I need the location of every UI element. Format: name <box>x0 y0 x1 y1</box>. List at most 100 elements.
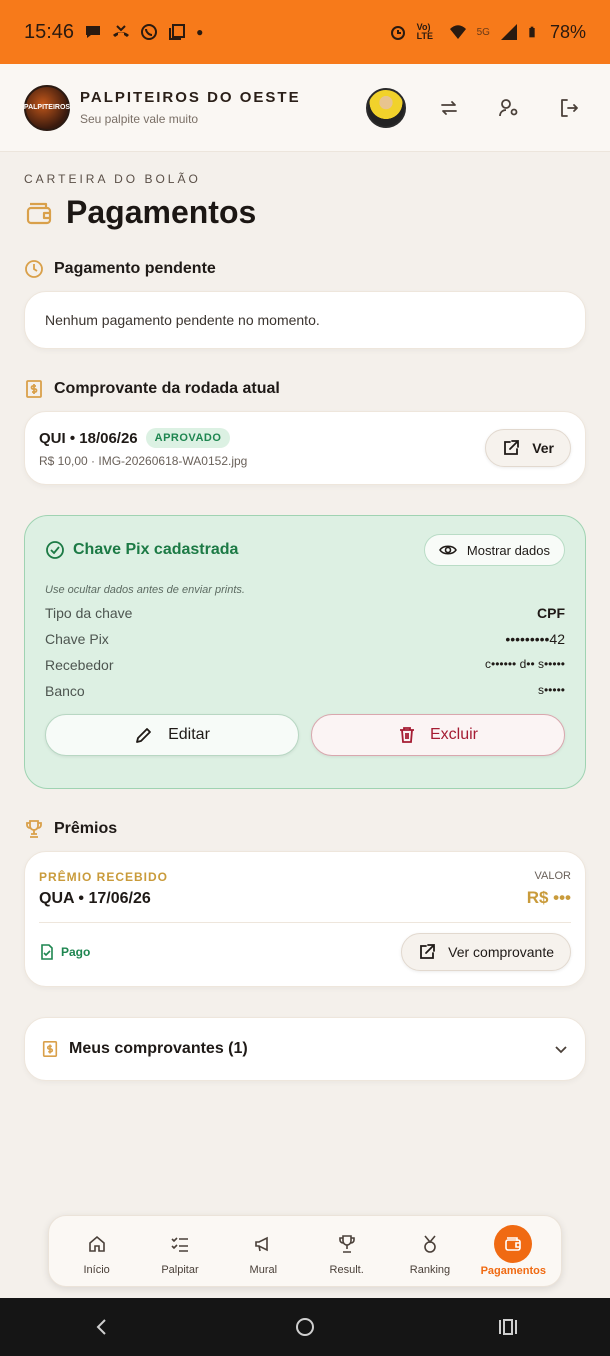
wallet-icon-wrap <box>494 1225 533 1263</box>
dot-icon: ● <box>196 25 204 39</box>
header-actions <box>366 87 586 128</box>
nav-item-result[interactable]: Result. <box>307 1226 387 1276</box>
brand-title: PALPITEIROS DO OESTE <box>80 89 301 106</box>
recent-apps-icon[interactable] <box>497 1316 519 1338</box>
nav-label: Palpitar <box>161 1264 199 1276</box>
external-link-icon <box>504 440 520 455</box>
pix-row-key: Chave Pix •••••••••42 <box>45 631 565 648</box>
view-label: Ver <box>532 440 554 456</box>
nav-item-mural[interactable]: Mural <box>223 1226 303 1276</box>
page-overline: CARTEIRA DO BOLÃO <box>24 172 201 186</box>
trophy-icon-wrap <box>329 1226 365 1262</box>
receipt-section-title: Comprovante da rodada atual <box>24 379 586 399</box>
wallet-icon <box>26 202 52 224</box>
signal-icon <box>500 24 517 40</box>
megaphone-icon-wrap <box>245 1226 281 1262</box>
receipt-dollar-icon <box>42 1040 58 1058</box>
prize-received-label: PRÊMIO RECEBIDO <box>39 870 169 884</box>
delete-button[interactable]: Excluir <box>311 714 565 756</box>
nav-label: Pagamentos <box>480 1265 546 1277</box>
app-header: PALPITEIROS PALPITEIROS DO OESTE Seu pal… <box>0 64 610 152</box>
wallet-icon <box>505 1237 522 1251</box>
pix-row-key-type: Tipo da chave CPF <box>45 605 565 622</box>
page-title: Pagamentos <box>66 194 257 230</box>
pix-row-bank: Banco s••••• <box>45 683 565 700</box>
trophy-icon <box>338 1235 355 1253</box>
chat-bubble-icon <box>86 26 101 38</box>
brand-subtitle: Seu palpite vale muito <box>80 112 199 126</box>
medal-icon-wrap <box>412 1226 448 1262</box>
receipt-details: R$ 10,00 · IMG-20260618-WA0152.jpg <box>39 454 248 468</box>
pix-header: Chave Pix cadastrada Mostrar dados <box>45 534 565 566</box>
pix-details: Tipo da chave CPF Chave Pix •••••••••42 Re… <box>45 605 565 700</box>
pending-section-title: Pagamento pendente <box>24 259 586 279</box>
pending-message: Nenhum pagamento pendente no momento. <box>45 312 320 328</box>
user-settings-button[interactable] <box>492 91 526 125</box>
nav-item-pagamentos[interactable]: Pagamentos <box>473 1225 553 1277</box>
brand: PALPITEIROS DO OESTE Seu palpite vale mu… <box>80 89 301 126</box>
nav-item-inicio[interactable]: Início <box>57 1226 137 1276</box>
nav-item-ranking[interactable]: Ranking <box>390 1226 470 1276</box>
view-prize-receipt-label: Ver comprovante <box>448 944 554 960</box>
pix-row-label: Tipo da chave <box>45 605 133 621</box>
my-receipts-label: Meus comprovantes (1) <box>69 1040 248 1057</box>
prizes-title: Prêmios <box>54 820 118 837</box>
receipt-date: QUI • 18/06/26 <box>39 429 138 447</box>
nav-label: Mural <box>249 1264 278 1276</box>
back-icon[interactable] <box>91 1316 113 1338</box>
pix-actions: Editar Excluir <box>45 714 565 756</box>
battery-percent: 78% <box>549 21 586 42</box>
pix-row-label: Recebedor <box>45 657 114 673</box>
document-check-icon <box>41 944 53 960</box>
user-settings-icon <box>499 98 518 116</box>
prize-top: PRÊMIO RECEBIDO QUA • 17/06/26 VALOR R$ … <box>39 870 571 908</box>
bottom-nav: Início Palpitar Mural Result. Ranking Pa… <box>48 1215 562 1287</box>
prize-bottom: Pago Ver comprovante <box>39 933 571 971</box>
main-content: CARTEIRA DO BOLÃO Pagamentos Pagamento p… <box>24 152 586 1081</box>
paid-status: Pago <box>39 944 90 960</box>
receipt-card: QUI • 18/06/26 APROVADO R$ 10,00 · IMG-2… <box>24 411 586 485</box>
app-logo[interactable]: PALPITEIROS <box>24 84 70 131</box>
switch-button[interactable] <box>432 91 466 125</box>
pending-card: Nenhum pagamento pendente no momento. <box>24 291 586 349</box>
home-icon-wrap <box>79 1226 115 1262</box>
logout-button[interactable] <box>552 91 586 125</box>
prize-info: PRÊMIO RECEBIDO QUA • 17/06/26 <box>39 870 168 908</box>
pix-row-receiver: Recebedor c•••••• d•• s••••• <box>45 657 565 674</box>
megaphone-icon <box>255 1236 269 1252</box>
edit-button[interactable]: Editar <box>45 714 299 756</box>
alarm-icon <box>390 26 405 40</box>
my-receipts-accordion[interactable]: Meus comprovantes (1) <box>24 1017 586 1081</box>
system-nav-bar <box>0 1298 610 1356</box>
show-data-button[interactable]: Mostrar dados <box>423 534 565 566</box>
checklist-icon-wrap <box>162 1226 198 1262</box>
view-prize-receipt-button[interactable]: Ver comprovante <box>401 933 571 971</box>
show-data-label: Mostrar dados <box>466 542 550 558</box>
pix-row-label: Banco <box>45 683 85 699</box>
eye-icon <box>438 545 457 555</box>
user-avatar[interactable] <box>366 87 406 128</box>
pix-row-value: CPF <box>537 605 565 621</box>
prize-card: PRÊMIO RECEBIDO QUA • 17/06/26 VALOR R$ … <box>24 851 586 987</box>
pix-row-value: c•••••• d•• s••••• <box>485 657 565 671</box>
status-bar: 15:46 ● Vo) LTE 5G 78% <box>0 0 610 64</box>
divider <box>39 922 571 923</box>
prize-date: QUA • 17/06/26 <box>39 890 151 907</box>
edit-label: Editar <box>168 726 210 743</box>
status-time: 15:46 <box>24 20 75 43</box>
receipt-info: QUI • 18/06/26 APROVADO R$ 10,00 · IMG-2… <box>39 428 247 468</box>
receipt-title: Comprovante da rodada atual <box>54 380 280 397</box>
notification-icons: ● <box>84 23 203 41</box>
delete-label: Excluir <box>429 726 478 743</box>
home-circle-icon[interactable] <box>294 1316 316 1338</box>
pencil-icon <box>136 728 151 743</box>
lte-label: Vo) LTE <box>416 22 433 41</box>
pix-card: Chave Pix cadastrada Mostrar dados Use o… <box>24 515 586 789</box>
view-receipt-button[interactable]: Ver <box>485 429 571 467</box>
nav-label: Início <box>83 1264 110 1276</box>
battery-icon <box>529 26 535 38</box>
prize-value-block: VALOR R$ ••• <box>527 870 571 908</box>
status-badge: APROVADO <box>145 428 231 448</box>
nav-item-palpitar[interactable]: Palpitar <box>140 1226 220 1276</box>
receipt-dollar-icon <box>26 380 42 398</box>
